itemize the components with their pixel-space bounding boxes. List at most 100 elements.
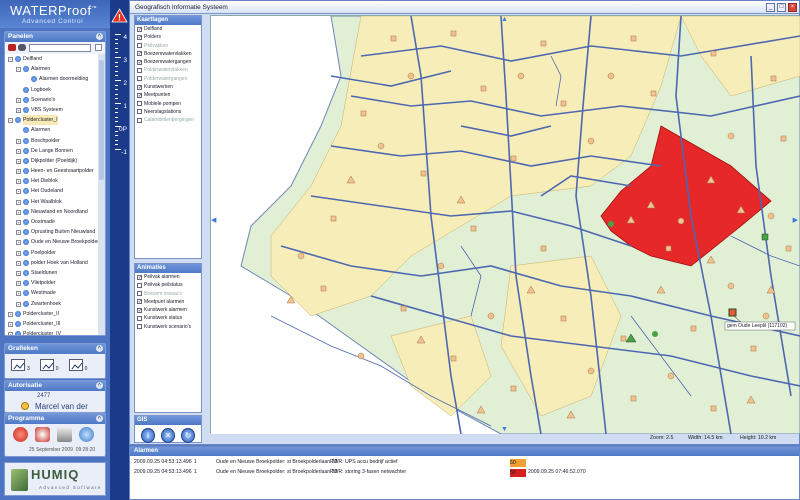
gis-map[interactable]: gem Oude Leeplil (117102) ▲ ◀ ▶ ▼ (210, 15, 800, 434)
tree-item[interactable]: Alarmen (5, 125, 99, 135)
expand-icon[interactable]: + (16, 107, 21, 113)
expand-icon[interactable]: + (16, 270, 21, 276)
map-callout[interactable]: gem Oude Leeplil (117102) (727, 323, 787, 329)
layer-item[interactable]: ✓ Kunstwerk alarmen (135, 306, 201, 314)
minimize-button[interactable]: _ (766, 3, 775, 12)
layer-item[interactable]: Mobiele pompen (135, 100, 201, 108)
collapse-icon[interactable]: ˄ (96, 345, 103, 352)
checkbox[interactable]: ✓ (137, 51, 142, 57)
map-canvas[interactable] (211, 16, 800, 434)
checkbox[interactable]: ✓ (137, 92, 142, 98)
chart-icon[interactable] (11, 359, 25, 371)
tree-item[interactable]: + Nieuwland en Noordland (5, 207, 99, 217)
tree-item[interactable]: + Het Oudeland (5, 186, 99, 196)
expand-icon[interactable]: + (16, 169, 21, 175)
layer-item[interactable]: ✓ Delfland (135, 25, 201, 33)
layer-item[interactable]: ✓ Meetpunten (135, 91, 201, 99)
layer-item[interactable]: ✓ Boezemwatervlakken (135, 50, 201, 58)
collapse-icon[interactable]: − (8, 118, 13, 124)
layer-item[interactable]: Polderwatervlakken (135, 66, 201, 74)
layer-item[interactable]: ✓ Polders (135, 33, 201, 41)
checkbox[interactable]: ✓ (137, 299, 142, 305)
lock-icon[interactable] (21, 402, 29, 410)
layer-item[interactable]: Calamiteitenbergingen (135, 116, 201, 124)
layer-item[interactable]: ✓ Boezemwatergangen (135, 58, 201, 66)
tree-item[interactable]: + Oprusting Buiten Nieuwland (5, 227, 99, 237)
tree-item[interactable]: − Alarmen (5, 64, 99, 74)
expand-icon[interactable]: + (8, 321, 13, 327)
checkbox[interactable] (137, 315, 142, 321)
expand-icon[interactable]: + (16, 301, 21, 307)
alarm-row[interactable]: 2009.09.25 04:53:13.496 1 Oude en Nieuwe B… (134, 468, 796, 477)
checkbox[interactable] (137, 282, 142, 288)
expand-icon[interactable]: + (16, 250, 21, 256)
tree-item[interactable]: + Het Waalblok (5, 197, 99, 207)
close-button[interactable]: × (788, 3, 797, 12)
checkbox[interactable]: ✓ (137, 84, 142, 90)
checkbox[interactable]: ✓ (137, 307, 142, 313)
tree-item[interactable]: + Zwartenhoek (5, 299, 99, 309)
zoom-extent-icon[interactable]: ✕ (161, 428, 175, 443)
link-icon[interactable] (18, 44, 26, 51)
pan-right-icon[interactable]: ▶ (793, 216, 798, 224)
layer-item[interactable]: Kunstwerk scenario's (135, 323, 201, 331)
expand-icon[interactable]: + (8, 311, 13, 317)
expand-icon[interactable]: + (16, 158, 21, 164)
info-icon[interactable]: i (141, 428, 155, 443)
tree-item[interactable]: + polder Hoek van Holland (5, 258, 99, 268)
expand-icon[interactable]: + (16, 138, 21, 144)
checkbox[interactable] (137, 76, 142, 82)
layer-item[interactable]: Peilvak peilstatus (135, 281, 201, 289)
tree-item[interactable]: Alarmen doormelding (5, 74, 99, 84)
tree-item[interactable]: − Poldercluster_I (5, 115, 99, 126)
tree-item[interactable]: + Poelpolder (5, 248, 99, 258)
expand-icon[interactable]: + (16, 148, 21, 154)
checkbox[interactable] (137, 67, 142, 73)
tree-item[interactable]: + Westmade (5, 288, 99, 298)
tree-item[interactable]: + Staeldunen (5, 268, 99, 278)
expand-icon[interactable]: + (16, 209, 21, 215)
tools-icon[interactable] (35, 427, 50, 442)
collapse-icon[interactable]: − (8, 57, 13, 62)
pan-down-icon[interactable]: ▼ (501, 426, 508, 433)
tree-item[interactable]: + Het Dieblok (5, 176, 99, 186)
filter-icon[interactable] (95, 44, 102, 51)
alarm-row[interactable]: 2009.09.25 04:53:13.496 1 Oude en Nieuwe B… (134, 458, 796, 467)
checkbox[interactable] (137, 291, 142, 297)
collapse-icon[interactable]: ˄ (96, 382, 103, 389)
expand-icon[interactable]: + (16, 230, 21, 236)
checkbox[interactable] (137, 101, 142, 107)
expand-icon[interactable]: + (16, 189, 21, 195)
layer-item[interactable]: ✓ Kunstwerken (135, 83, 201, 91)
tree-item[interactable]: + Poldercluster_IV (5, 329, 99, 335)
tree-item[interactable]: − Delfland (5, 54, 99, 64)
maximize-button[interactable]: □ (777, 3, 786, 12)
tree-item[interactable]: + Poldercluster_II (5, 309, 99, 319)
tree-item[interactable]: + Poldercluster_III (5, 319, 99, 329)
checkbox[interactable]: ✓ (137, 26, 142, 32)
printer-icon[interactable] (57, 427, 72, 442)
layer-item[interactable]: Neerslagstations (135, 108, 201, 116)
layer-item[interactable]: ✓ Meetpunt alarmen (135, 298, 201, 306)
tree-item[interactable]: + VBS Systeem (5, 105, 99, 115)
checkbox[interactable]: ✓ (137, 274, 142, 280)
expand-icon[interactable]: + (16, 260, 21, 266)
power-icon[interactable] (13, 427, 28, 442)
refresh-icon[interactable] (79, 427, 94, 442)
tree-item[interactable]: + Scenario's (5, 95, 99, 105)
checkbox[interactable] (137, 43, 142, 49)
expand-icon[interactable]: + (16, 199, 21, 205)
layer-item[interactable]: Kunstwerk status (135, 314, 201, 322)
pan-up-icon[interactable]: ▲ (501, 16, 508, 23)
chart-icon[interactable] (39, 359, 54, 371)
checkbox[interactable]: ✓ (137, 59, 142, 65)
chart-icon[interactable] (68, 359, 83, 371)
collapse-icon[interactable]: ˄ (96, 33, 103, 40)
tree-item[interactable]: + De Lange Bonnen (5, 146, 99, 156)
tree-item[interactable]: + Dijkpolder (Poeldijk) (5, 156, 99, 166)
collapse-icon[interactable]: ˄ (96, 415, 103, 422)
tree-item[interactable]: + Heen- en Geestvaartpolder (5, 166, 99, 176)
refresh-icon[interactable]: ↻ (181, 428, 195, 443)
expand-icon[interactable]: + (16, 240, 21, 246)
layer-item[interactable]: ✓ Peilvak alarmen (135, 273, 201, 281)
